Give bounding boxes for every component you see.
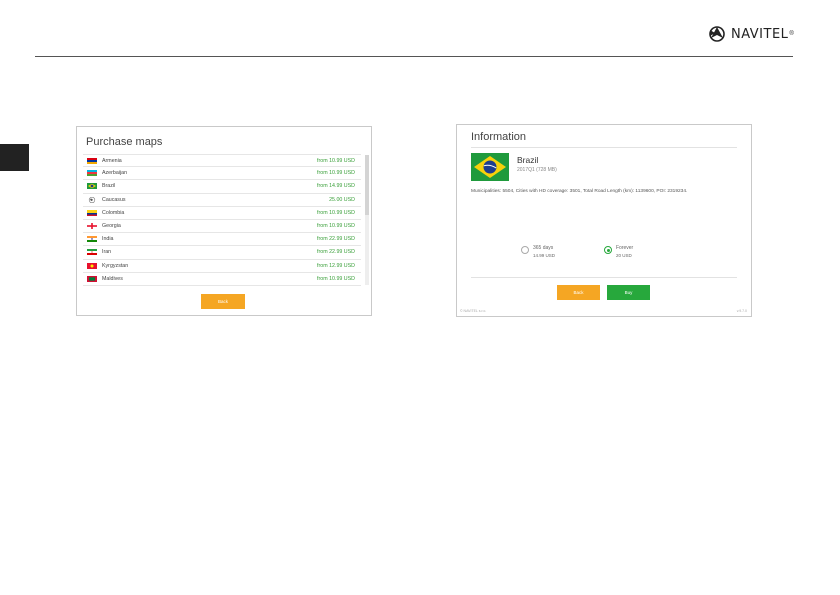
option-forever-price: 20 USD: [616, 253, 632, 258]
map-price: from 22.99 USD: [317, 249, 355, 256]
map-name: Azerbaijan: [102, 170, 128, 177]
map-name: Colombia: [102, 209, 125, 216]
header-divider: [35, 56, 793, 57]
map-details: Municipalities: 5504, Cities with HD cov…: [471, 189, 688, 194]
maldives-flag-icon: [87, 275, 97, 282]
info-back-button[interactable]: Back: [557, 285, 600, 300]
map-list-item[interactable]: Kyrgyzstan from 12.99 USD: [83, 260, 361, 273]
map-price: from 10.99 USD: [317, 209, 355, 216]
iran-flag-icon: [87, 249, 97, 256]
country-name: Brazil: [517, 155, 539, 165]
map-name: Armenia: [102, 157, 122, 164]
map-list-item[interactable]: Armenia from 10.99 USD: [83, 154, 361, 168]
georgia-flag-icon: [87, 223, 97, 230]
map-list-item[interactable]: Azerbaijan from 10.99 USD: [83, 167, 361, 181]
azerbaijan-flag-icon: [87, 170, 97, 177]
map-name: Kyrgyzstan: [102, 262, 129, 269]
map-price: from 14.99 USD: [317, 183, 355, 190]
option-365-days-radio[interactable]: [521, 246, 529, 254]
purchase-maps-title: Purchase maps: [86, 136, 163, 148]
section-tab: [0, 144, 29, 171]
navitel-logo-icon: [709, 26, 725, 42]
option-forever-radio[interactable]: [604, 246, 612, 254]
map-price: from 10.99 USD: [317, 275, 355, 282]
map-name: India: [102, 236, 114, 243]
map-list-item[interactable]: Colombia from 10.99 USD: [83, 207, 361, 220]
map-version: 2017Q1 (728 MB): [517, 167, 557, 173]
map-list-item[interactable]: Maldives from 10.99 USD: [83, 273, 361, 286]
map-name: Iran: [102, 249, 112, 256]
option-365-days-label: 365 days: [533, 245, 554, 251]
map-list: Armenia from 10.99 USD Azerbaijan from 10.9…: [83, 154, 361, 286]
list-scrollbar[interactable]: [365, 155, 369, 285]
map-name: Maldives: [102, 275, 123, 282]
colombia-flag-icon: [87, 209, 97, 216]
option-365-days-price: 14.99 USD: [533, 253, 556, 258]
app-version: v.9.7.0: [736, 309, 747, 313]
map-list-item[interactable]: Iran from 22.99 USD: [83, 246, 361, 260]
india-flag-icon: [87, 236, 97, 243]
brand-reg: ®: [789, 31, 794, 37]
title-divider: [471, 147, 737, 148]
map-list-item[interactable]: Georgia from 10.99 USD: [83, 220, 361, 234]
armenia-flag-icon: [87, 157, 97, 164]
map-price: from 12.99 USD: [317, 262, 355, 269]
map-list-item[interactable]: Caucasus 25.00 USD: [83, 194, 361, 207]
map-price: from 10.99 USD: [317, 157, 355, 164]
information-screen: Information Brazil 2017Q1 (728 MB) Munic…: [456, 124, 752, 317]
brand-name: NAVITEL: [731, 26, 789, 42]
brazil-flag-icon: [471, 153, 509, 181]
map-price: from 22.99 USD: [317, 236, 355, 243]
map-price: from 10.99 USD: [317, 223, 355, 230]
globe-flag-icon: [88, 196, 96, 203]
copyright-text: © NAVITEL s.r.o.: [460, 309, 487, 313]
map-price: from 10.99 USD: [317, 170, 355, 177]
map-name: Caucasus: [102, 196, 126, 203]
buy-button[interactable]: Buy: [607, 285, 650, 300]
map-list-item[interactable]: Brazil from 14.99 USD: [83, 180, 361, 194]
map-name: Georgia: [102, 223, 121, 230]
map-name: Brazil: [102, 183, 116, 190]
map-price: 25.00 USD: [329, 196, 355, 203]
map-list-item[interactable]: India from 22.99 USD: [83, 233, 361, 247]
back-button[interactable]: Back: [201, 294, 245, 309]
information-title: Information: [471, 131, 527, 143]
button-divider: [471, 277, 737, 278]
scrollbar-thumb[interactable]: [365, 155, 369, 215]
navitel-logo: NAVITEL ®: [707, 24, 794, 44]
purchase-maps-screen: Purchase maps Armenia from 10.99 USD Azerb…: [76, 126, 372, 316]
kyrgyzstan-flag-icon: [87, 262, 97, 269]
option-forever-label: Forever: [616, 245, 634, 251]
brazil-flag-icon: [87, 183, 97, 190]
